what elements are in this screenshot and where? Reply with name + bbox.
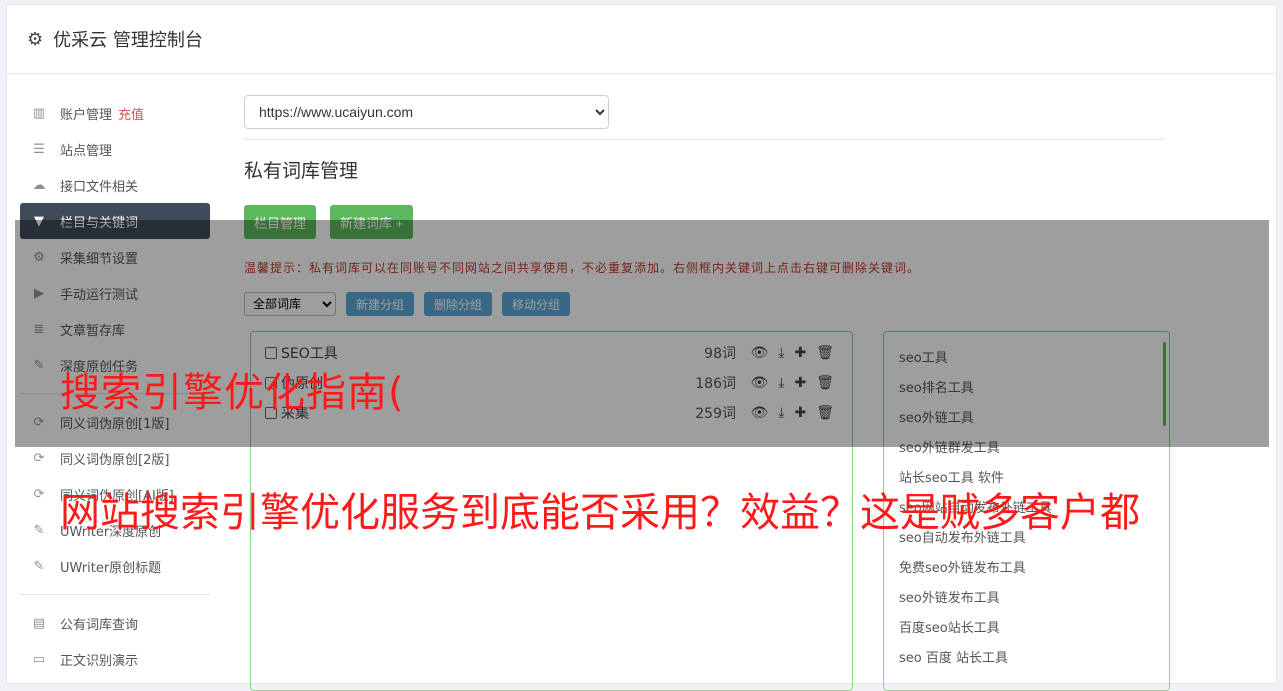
cloud-upload-icon: ☁ xyxy=(32,177,46,193)
edit-icon: ✎ xyxy=(33,522,45,538)
refresh-icon: ⟳ xyxy=(33,486,45,502)
overlay-headline-1: 搜索引擎优化指南( xyxy=(60,370,405,416)
sidebar-divider xyxy=(20,594,210,595)
server-icon: ☰ xyxy=(33,141,45,157)
content-divider xyxy=(244,139,1164,140)
sidebar-item-label: 账户管理 xyxy=(60,107,113,123)
sidebar-item-uwriter-title[interactable]: ✎ UWriter原创标题 xyxy=(20,548,210,584)
sidebar-item-label: UWriter原创标题 xyxy=(60,560,162,576)
sidebar-item-text-recognition[interactable]: ▭ 正文识别演示 xyxy=(20,641,210,677)
sidebar-item-label: 正文识别演示 xyxy=(60,653,139,669)
book-icon: ▤ xyxy=(32,615,46,631)
overlay-headline-2: 网站搜索引擎优化服务到底能否采用？效益？这是贼多客户都 xyxy=(60,490,1140,536)
keyword-item[interactable]: 百度seo站长工具 xyxy=(884,614,1169,644)
keyword-item[interactable]: seo 百度 站长工具 xyxy=(884,644,1169,674)
monitor-icon: ▭ xyxy=(32,651,46,667)
sidebar-item-label: 公有词库查询 xyxy=(60,617,139,633)
sidebar-item-label: 接口文件相关 xyxy=(60,179,139,195)
site-select[interactable]: https://www.ucaiyun.com xyxy=(244,95,609,129)
sidebar-item-account[interactable]: ▥ 账户管理 充值 xyxy=(20,95,210,131)
recharge-link[interactable]: 充值 xyxy=(118,104,144,123)
bar-chart-icon: ▥ xyxy=(32,105,46,121)
keyword-item[interactable]: 免费seo外链发布工具 xyxy=(884,554,1169,584)
sidebar-item-label: 站点管理 xyxy=(60,143,113,159)
edit-icon: ✎ xyxy=(33,558,45,574)
app-title: 优采云 管理控制台 xyxy=(53,30,203,51)
keyword-item[interactable]: seo外链发布工具 xyxy=(884,584,1169,614)
sidebar-item-interface[interactable]: ☁ 接口文件相关 xyxy=(20,167,210,203)
gear-icon: ⚙ xyxy=(27,28,44,50)
sidebar-item-sites[interactable]: ☰ 站点管理 xyxy=(20,131,210,167)
top-bar: ⚙ 优采云 管理控制台 xyxy=(7,5,1276,74)
section-title: 私有词库管理 xyxy=(244,160,359,182)
sidebar-item-public-lib[interactable]: ▤ 公有词库查询 xyxy=(20,605,210,641)
sidebar-item-label: 同义词伪原创[2版] xyxy=(60,452,170,468)
refresh-icon: ⟳ xyxy=(33,450,45,466)
